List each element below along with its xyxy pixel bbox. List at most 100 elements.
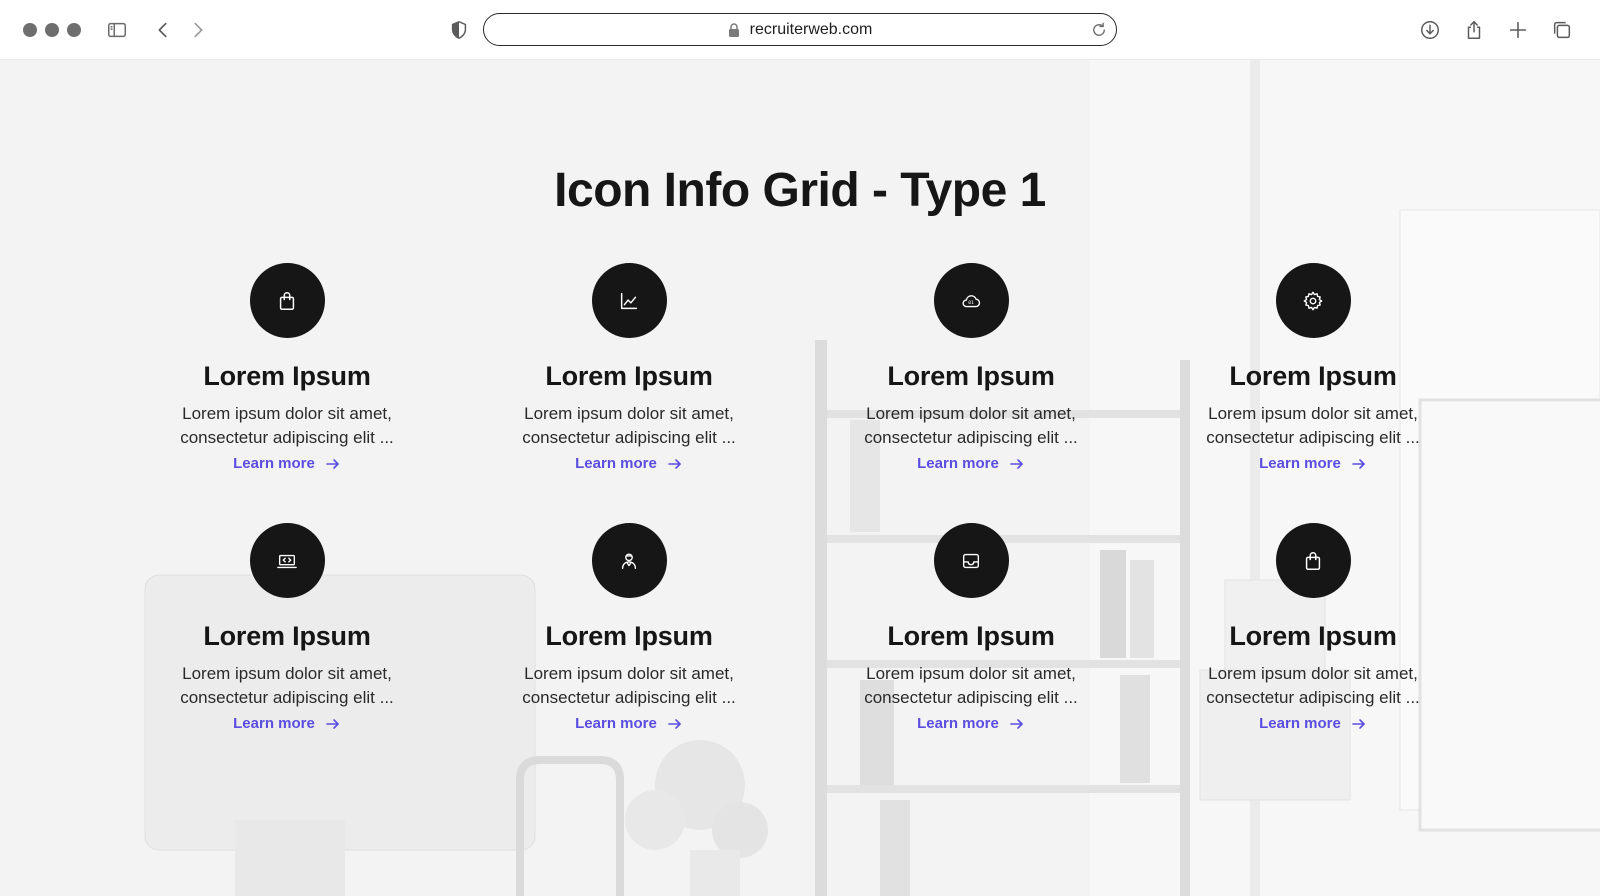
shopping-bag-icon [1305,551,1321,570]
card-description-line: Lorem ipsum dolor sit amet, [182,404,392,423]
learn-more-label: Learn more [233,455,315,472]
url-text: recruiterweb.com [749,20,873,38]
download-icon [1421,21,1439,39]
privacy-report-button[interactable] [445,16,473,44]
reload-icon[interactable] [1090,21,1108,39]
card-description-line: consectetur adipiscing elit ... [1206,428,1420,447]
minimize-window-button[interactable] [45,23,59,37]
forward-button[interactable] [184,16,212,44]
cloud-data-icon: 01 [962,294,981,307]
card-description-line: Lorem ipsum dolor sit amet, [182,664,392,683]
browser-toolbar: recruiterweb.com [0,0,1600,60]
arrow-right-icon [1352,458,1365,469]
svg-text:01: 01 [968,300,974,306]
card-description-line: consectetur adipiscing elit ... [180,688,394,707]
learn-more-label: Learn more [917,455,999,472]
learn-more-label: Learn more [575,715,657,732]
card-description: Lorem ipsum dolor sit amet, consectetur a… [499,662,759,710]
card-title: Lorem Ipsum [545,361,713,391]
info-card: Lorem Ipsum Lorem ipsum dolor sit amet, c… [479,523,779,732]
learn-more-label: Learn more [575,455,657,472]
page-content: Icon Info Grid - Type 1 Lorem Ipsum Lore… [0,60,1600,896]
close-window-button[interactable] [23,23,37,37]
card-description-line: Lorem ipsum dolor sit amet, [866,664,1076,683]
icon-circle [591,523,667,598]
card-description-line: Lorem ipsum dolor sit amet, [866,404,1076,423]
icon-circle [1275,523,1351,598]
icon-circle [249,263,325,338]
learn-more-link[interactable]: Learn more [233,715,341,732]
forward-icon [194,22,203,38]
card-description: Lorem ipsum dolor sit amet, consectetur a… [157,402,417,450]
sidebar-icon [108,22,126,38]
info-card: Lorem Ipsum Lorem ipsum dolor sit amet, c… [479,263,779,472]
arrow-right-icon [668,458,681,469]
card-title: Lorem Ipsum [545,621,713,651]
info-card: Lorem Ipsum Lorem ipsum dolor sit amet, c… [137,523,437,732]
arrow-right-icon [326,458,339,469]
card-title: Lorem Ipsum [887,361,1055,391]
learn-more-label: Learn more [233,715,315,732]
icon-circle [933,523,1009,598]
info-card: 01 Lorem Ipsum Lorem ipsum dolor sit ame… [821,263,1121,472]
sidebar-toggle-button[interactable] [103,16,131,44]
arrow-right-icon [1010,458,1023,469]
new-tab-icon [1509,21,1527,39]
learn-more-link[interactable]: Learn more [1259,455,1367,472]
tab-overview-button[interactable] [1548,16,1576,44]
card-description-line: Lorem ipsum dolor sit amet, [524,664,734,683]
back-icon [158,22,167,38]
arrow-right-icon [1010,718,1023,729]
card-description: Lorem ipsum dolor sit amet, consectetur a… [841,662,1101,710]
card-description-line: consectetur adipiscing elit ... [180,428,394,447]
card-description-line: consectetur adipiscing elit ... [864,688,1078,707]
tabs-overview-icon [1553,21,1571,39]
card-description-line: Lorem ipsum dolor sit amet, [1208,404,1418,423]
shield-icon [451,20,467,40]
learn-more-link[interactable]: Learn more [233,455,341,472]
card-description-line: consectetur adipiscing elit ... [522,688,736,707]
learn-more-link[interactable]: Learn more [917,715,1025,732]
zoom-window-button[interactable] [67,23,81,37]
learn-more-label: Learn more [1259,715,1341,732]
card-description-line: Lorem ipsum dolor sit amet, [524,404,734,423]
card-title: Lorem Ipsum [887,621,1055,651]
back-button[interactable] [149,16,177,44]
card-description: Lorem ipsum dolor sit amet, consectetur a… [157,662,417,710]
learn-more-link[interactable]: Learn more [575,455,683,472]
user-badge-icon [621,552,637,569]
card-description: Lorem ipsum dolor sit amet, consectetur a… [499,402,759,450]
window-controls [23,23,81,37]
address-bar[interactable]: recruiterweb.com [483,13,1117,46]
laptop-code-icon [277,554,297,568]
shopping-bag-icon [279,291,295,310]
learn-more-label: Learn more [917,715,999,732]
line-chart-icon [620,292,638,309]
learn-more-link[interactable]: Learn more [575,715,683,732]
inbox-icon [962,553,980,568]
icon-circle [591,263,667,338]
learn-more-label: Learn more [1259,455,1341,472]
arrow-right-icon [326,718,339,729]
learn-more-link[interactable]: Learn more [1259,715,1367,732]
card-description-line: consectetur adipiscing elit ... [1206,688,1420,707]
card-description: Lorem ipsum dolor sit amet, consectetur a… [1183,402,1443,450]
icon-circle [249,523,325,598]
downloads-button[interactable] [1416,16,1444,44]
icon-circle: 01 [933,263,1009,338]
icon-circle [1275,263,1351,338]
card-title: Lorem Ipsum [1229,361,1397,391]
learn-more-link[interactable]: Learn more [917,455,1025,472]
share-button[interactable] [1460,16,1488,44]
arrow-right-icon [668,718,681,729]
arrow-right-icon [1352,718,1365,729]
card-title: Lorem Ipsum [1229,621,1397,651]
info-card: Lorem Ipsum Lorem ipsum dolor sit amet, c… [1163,263,1463,472]
card-title: Lorem Ipsum [203,621,371,651]
card-description-line: consectetur adipiscing elit ... [522,428,736,447]
new-tab-button[interactable] [1504,16,1532,44]
info-card: Lorem Ipsum Lorem ipsum dolor sit amet, c… [821,523,1121,732]
info-card: Lorem Ipsum Lorem ipsum dolor sit amet, c… [137,263,437,472]
gear-icon [1303,291,1323,310]
card-title: Lorem Ipsum [203,361,371,391]
